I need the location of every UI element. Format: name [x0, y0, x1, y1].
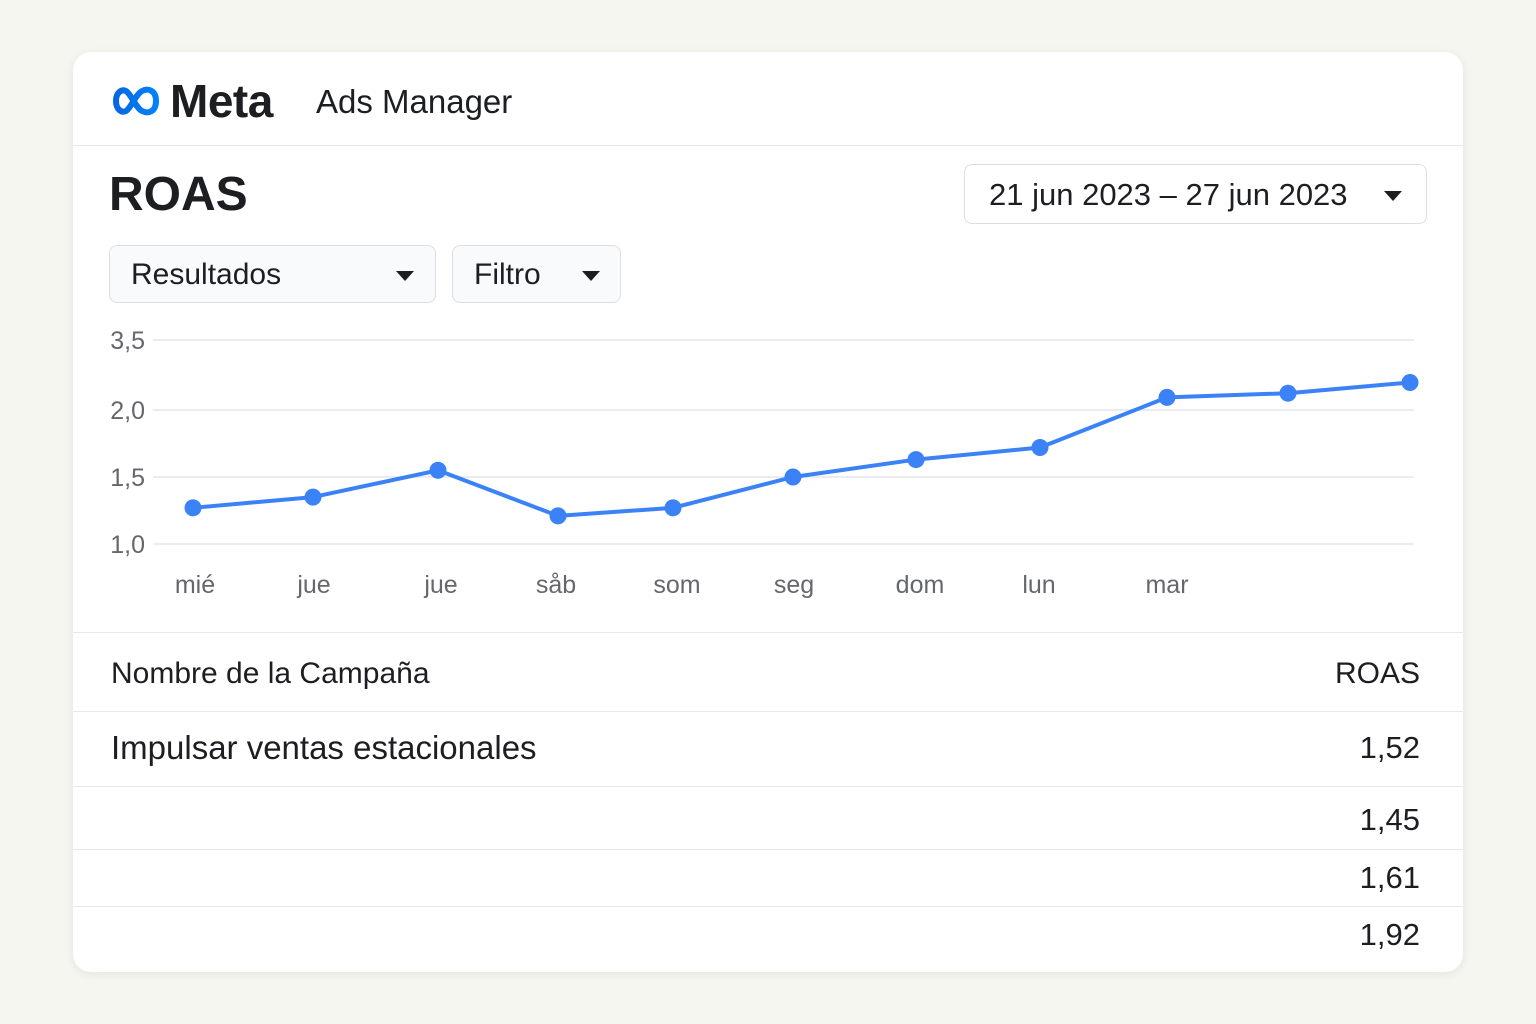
- data-point: [1279, 384, 1297, 402]
- x-tick-label: seg: [774, 571, 814, 599]
- table-row[interactable]: 1,61: [73, 850, 1463, 907]
- x-tick-label: mié: [175, 571, 215, 599]
- page-title: ROAS: [109, 168, 248, 221]
- data-point: [907, 451, 925, 469]
- data-point: [549, 507, 567, 525]
- x-tick-label: såb: [536, 571, 576, 599]
- results-dropdown[interactable]: Resultados: [109, 245, 436, 303]
- meta-logo[interactable]: Meta: [108, 78, 273, 124]
- roas-line-chart: 3,5 2,0 1,5 1,0 mié jue jue såb som seg dom lun mar: [110, 327, 1419, 599]
- x-tick-label: som: [653, 571, 700, 599]
- roas-value: 1,52: [1359, 730, 1420, 765]
- data-point: [1158, 388, 1176, 406]
- filter-dropdown[interactable]: Filtro: [452, 245, 621, 303]
- data-point: [1031, 439, 1049, 457]
- ads-manager-card: Meta Ads Manager ROAS 21 jun 2023 – 27 j…: [73, 52, 1463, 972]
- y-tick-label: 1,5: [110, 464, 145, 492]
- y-tick-label: 2,0: [110, 397, 145, 425]
- roas-value: 1,61: [1359, 860, 1420, 895]
- table-row[interactable]: 1,92: [73, 907, 1463, 972]
- filter-dropdown-label: Filtro: [474, 258, 541, 291]
- top-bar: Meta Ads Manager: [73, 52, 1463, 146]
- data-point: [1401, 373, 1419, 391]
- table-row[interactable]: 1,45: [73, 787, 1463, 850]
- app-name: Ads Manager: [316, 83, 513, 120]
- data-point: [184, 499, 202, 517]
- roas-value: 1,45: [1359, 802, 1420, 837]
- x-tick-label: jue: [423, 571, 457, 599]
- column-header-campaign-name[interactable]: Nombre de la Campaña: [111, 657, 430, 691]
- x-tick-label: dom: [896, 571, 945, 599]
- chevron-down-icon: [396, 271, 414, 281]
- x-tick-label: jue: [296, 571, 330, 599]
- table-header: Nombre de la Campaña ROAS: [73, 632, 1463, 712]
- y-tick-label: 3,5: [110, 327, 145, 355]
- y-tick-label: 1,0: [110, 531, 145, 559]
- roas-value: 1,92: [1359, 917, 1420, 952]
- x-tick-label: mar: [1145, 571, 1188, 599]
- data-point: [429, 461, 447, 479]
- table-row[interactable]: Impulsar ventas estacionales 1,52: [73, 711, 1463, 787]
- x-tick-label: lun: [1022, 571, 1055, 599]
- results-dropdown-label: Resultados: [131, 258, 282, 291]
- date-range-label: 21 jun 2023 – 27 jun 2023: [989, 177, 1348, 212]
- data-point: [784, 468, 802, 486]
- data-point: [304, 488, 322, 506]
- meta-infinity-icon: [113, 86, 159, 116]
- campaign-name[interactable]: Impulsar ventas estacionales: [111, 729, 537, 767]
- chevron-down-icon: [1384, 191, 1402, 201]
- roas-series-line: [191, 380, 1412, 518]
- meta-wordmark: Meta: [170, 75, 273, 127]
- data-point: [664, 499, 682, 517]
- date-range-picker[interactable]: 21 jun 2023 – 27 jun 2023: [964, 164, 1427, 224]
- column-header-roas[interactable]: ROAS: [1335, 657, 1420, 691]
- chevron-down-icon: [582, 271, 600, 281]
